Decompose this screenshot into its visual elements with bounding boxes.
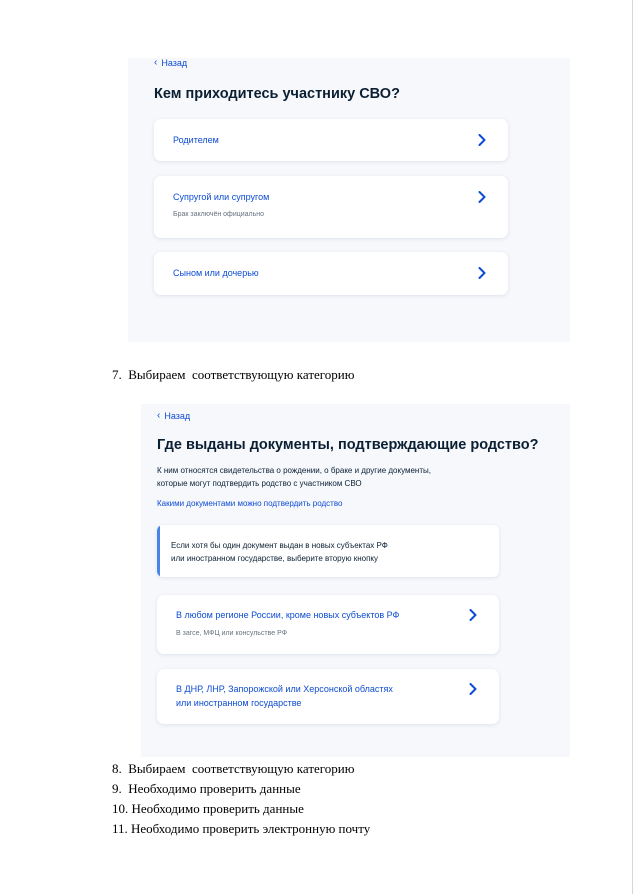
option-spouse[interactable]: Супругой или супругом Брак заключён офиц… bbox=[154, 176, 508, 238]
step-7: 7. Выбираем соответствующую категорию bbox=[112, 367, 355, 382]
chevron-right-icon bbox=[478, 267, 486, 279]
back-link[interactable]: ‹ Назад bbox=[154, 57, 188, 69]
back-link[interactable]: ‹ Назад bbox=[157, 410, 191, 422]
chevron-left-icon: ‹ bbox=[157, 410, 161, 421]
step-9: 9. Необходимо проверить данные bbox=[112, 781, 301, 796]
step-8: 8. Выбираем соответствующую категорию bbox=[112, 761, 355, 776]
option-sublabel: В загсе, МФЦ или консульстве РФ bbox=[176, 630, 288, 637]
chevron-right-icon bbox=[469, 683, 477, 695]
info-text: Если хотя бы один документ выдан в новых… bbox=[171, 540, 388, 565]
info-line: или иностранном государстве, выберите вт… bbox=[171, 553, 379, 563]
back-label: Назад bbox=[164, 411, 191, 421]
option-label: Сыном или дочерью bbox=[173, 268, 259, 278]
option-new-regions[interactable]: В ДНР, ЛНР, Запорожской или Херсонской о… bbox=[157, 669, 499, 724]
question-title: Кем приходитесь участнику СВО? bbox=[154, 86, 400, 102]
documents-help-link[interactable]: Какими документами можно подтвердить род… bbox=[157, 499, 342, 508]
info-line: Если хотя бы один документ выдан в новых… bbox=[171, 541, 388, 550]
option-sublabel: Брак заключён официально bbox=[173, 211, 265, 218]
chevron-right-icon bbox=[478, 191, 486, 203]
description-line: К ним относятся свидетельства о рождении… bbox=[157, 466, 431, 475]
back-label: Назад bbox=[161, 58, 188, 68]
option-label: Супругой или супругом bbox=[173, 192, 270, 202]
option-parent[interactable]: Родителем bbox=[154, 119, 508, 161]
question-description: К ним относятся свидетельства о рождении… bbox=[157, 465, 431, 490]
chevron-left-icon: ‹ bbox=[154, 57, 158, 68]
option-label-line1: В ДНР, ЛНР, Запорожской или Херсонской о… bbox=[176, 684, 393, 694]
description-line: которые могут подтвердить родство с учас… bbox=[157, 478, 362, 488]
document-page: ‹ Назад Кем приходитесь участнику СВО? Р… bbox=[0, 0, 634, 894]
step-11: 11. Необходимо проверить электронную поч… bbox=[112, 821, 371, 836]
option-label: В любом регионе России, кроме новых субъ… bbox=[176, 610, 400, 620]
page-edge bbox=[632, 0, 633, 894]
option-label-line2: или иностранном государстве bbox=[176, 698, 302, 708]
option-russia-regions[interactable]: В любом регионе России, кроме новых субъ… bbox=[157, 595, 499, 654]
option-label: Родителем bbox=[173, 135, 219, 145]
chevron-right-icon bbox=[478, 134, 486, 146]
question-title: Где выданы документы, подтверждающие род… bbox=[157, 437, 539, 453]
screenshot-relation-question: ‹ Назад Кем приходитесь участнику СВО? Р… bbox=[128, 58, 570, 342]
chevron-right-icon bbox=[469, 609, 477, 621]
option-child[interactable]: Сыном или дочерью bbox=[154, 252, 508, 295]
info-callout: Если хотя бы один документ выдан в новых… bbox=[157, 525, 499, 577]
screenshot-documents-question: ‹ Назад Где выданы документы, подтвержда… bbox=[141, 404, 570, 757]
step-10: 10. Необходимо проверить данные bbox=[112, 801, 304, 816]
info-accent-bar bbox=[157, 525, 160, 577]
